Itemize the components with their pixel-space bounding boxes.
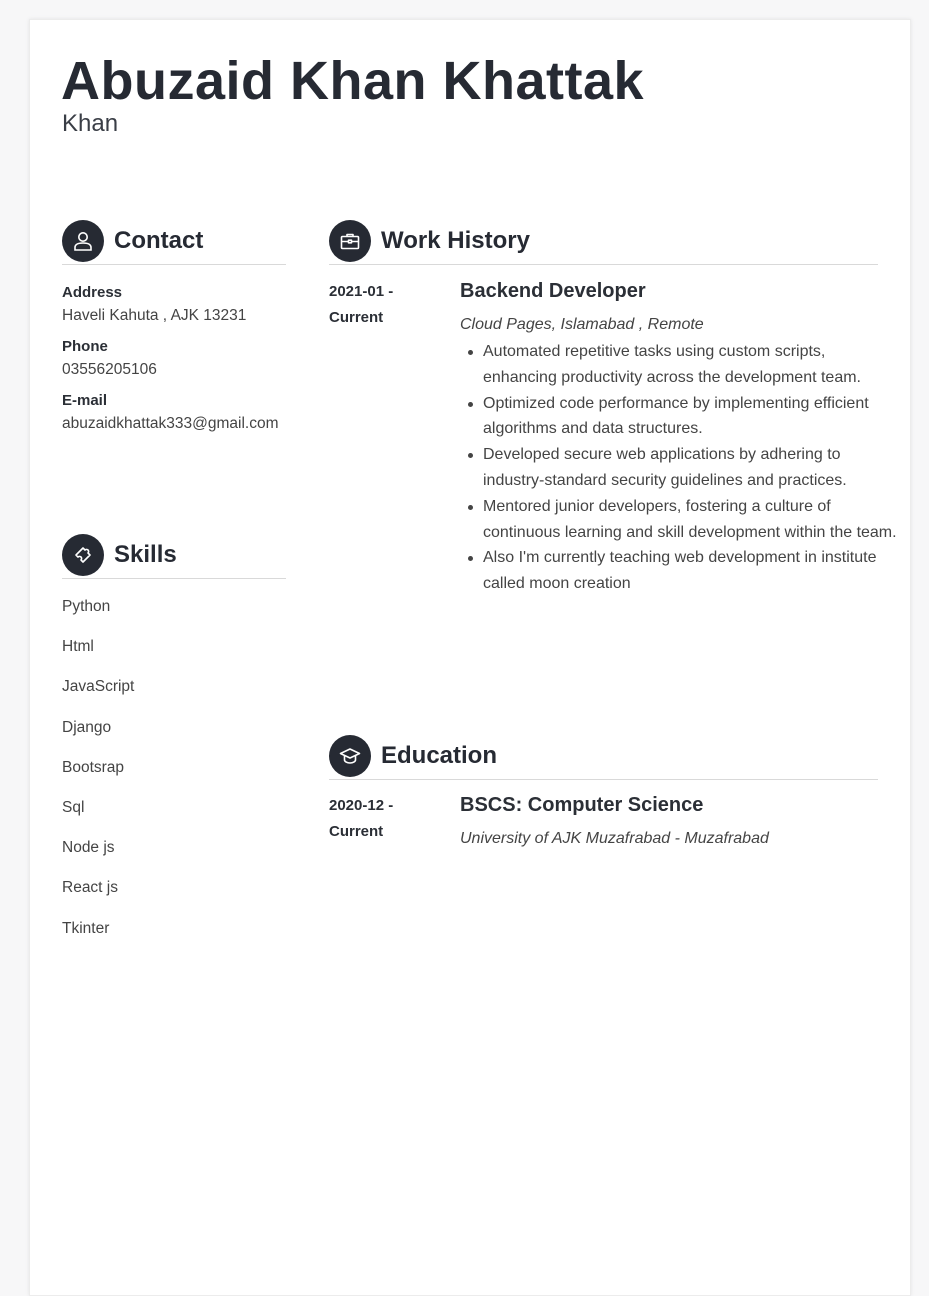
work-date-start: 2021-01 - [329,283,394,300]
work-date-end: Current [329,309,384,326]
skills-section-header: Skills [62,532,286,579]
email-label: E-mail [62,392,108,409]
address-label: Address [62,284,123,301]
address-value: Haveli Kahuta , AJK 13231 [62,307,247,324]
work-bullet: Mentored junior developers, fostering a … [468,494,903,546]
skills-title: Skills [114,541,177,568]
work-history-section-header: Work History [329,218,878,265]
phone-label: Phone [62,338,108,355]
puzzle-icon [62,534,104,576]
subname: Khan [62,110,119,137]
education-section-header: Education [329,733,878,780]
work-bullets: Automated repetitive tasks using custom … [460,339,903,597]
briefcase-icon [329,220,371,262]
job-title: Backend Developer [460,280,646,302]
resume-page: Abuzaid Khan Khattak Khan Contact Addres… [29,19,911,1296]
school-info: University of AJK Muzafrabad - Muzafraba… [460,830,769,847]
education-date-start: 2020-12 - [329,797,394,814]
skill-item: Bootsrap [62,758,125,776]
full-name: Abuzaid Khan Khattak [61,51,645,111]
work-bullet: Optimized code performance by implementi… [468,391,903,443]
email-value: abuzaidkhattak333@gmail.com [62,415,279,432]
education-title: Education [381,742,498,769]
work-bullet: Also I'm currently teaching web developm… [468,545,903,597]
skill-item: Html [62,638,94,656]
contact-details: Address Haveli Kahuta , AJK 13231 Phone … [62,283,292,445]
skill-item: Django [62,718,112,736]
education-date-end: Current [329,823,384,840]
skill-item: Node js [62,839,115,857]
contact-section-header: Contact [62,218,286,265]
education-date-range: 2020-12 - Current [329,793,439,845]
graduation-cap-icon [329,735,371,777]
skill-item: Python [62,598,111,615]
person-icon [62,220,104,262]
degree-title: BSCS: Computer Science [460,794,704,816]
work-bullet: Developed secure web applications by adh… [468,442,903,494]
skill-item: Tkinter [62,919,110,937]
company-info: Cloud Pages, Islamabad , Remote [460,316,704,333]
work-history-title: Work History [381,227,530,254]
skill-item: JavaScript [62,678,135,696]
skill-item: Sql [62,798,85,816]
work-date-range: 2021-01 - Current [329,279,439,331]
phone-value: 03556205106 [62,361,157,378]
contact-title: Contact [114,227,204,254]
work-bullet: Automated repetitive tasks using custom … [468,339,903,391]
skill-item: React js [62,879,118,897]
skills-list: Python Html JavaScript Django Bootsrap S… [62,594,292,956]
